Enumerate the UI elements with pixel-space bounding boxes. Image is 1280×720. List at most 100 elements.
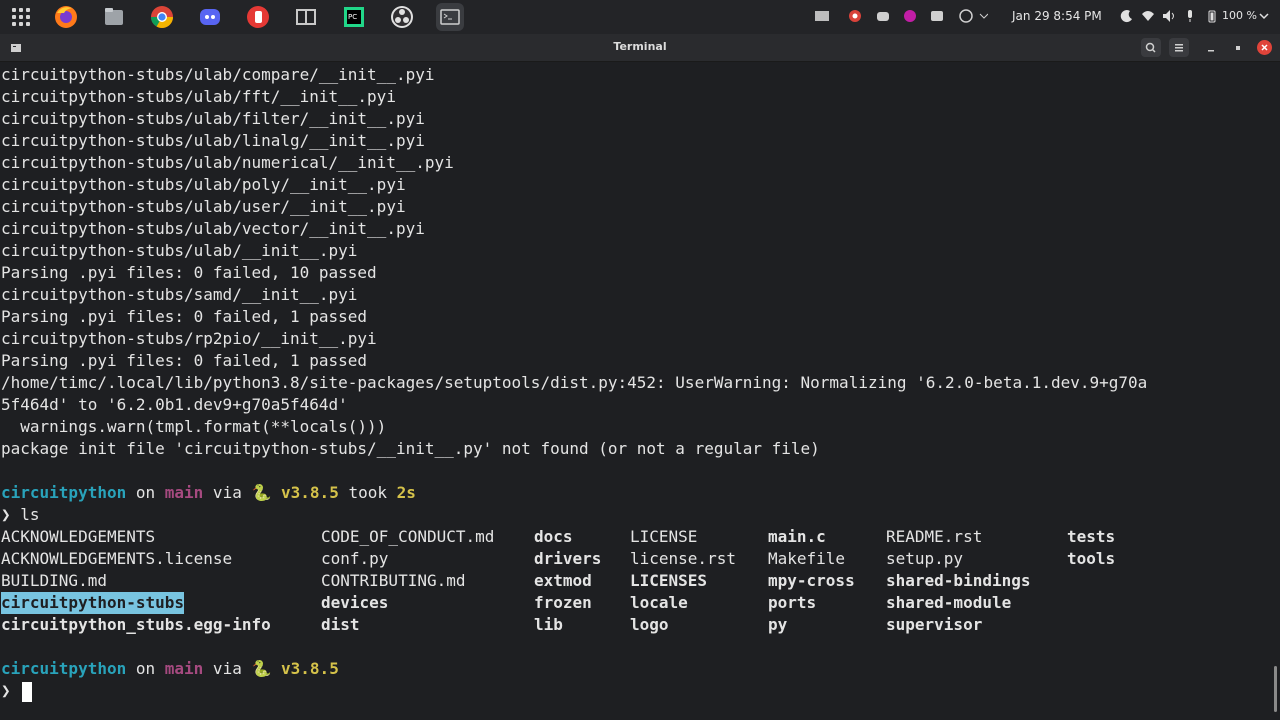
screen-icon[interactable] <box>814 9 830 23</box>
ls-entry: shared-module <box>886 593 1012 612</box>
scrollbar[interactable] <box>1272 62 1280 720</box>
output-line: circuitpython-stubs/ulab/user/__init__.p… <box>1 197 406 216</box>
shell-prompt: circuitpython on main via 🐍 v3.8.5 took … <box>1 482 416 504</box>
chevron-down-icon[interactable] <box>1258 9 1270 23</box>
chrome-tray-icon[interactable] <box>847 9 863 23</box>
scrollbar-thumb[interactable] <box>1274 666 1277 712</box>
output-line: Parsing .pyi files: 0 failed, 10 passed <box>1 263 377 282</box>
prompt-branch: main <box>164 659 204 678</box>
microphone-icon[interactable] <box>1185 9 1195 23</box>
close-button[interactable] <box>1257 40 1272 55</box>
obs-icon[interactable] <box>388 3 416 31</box>
prompt-on: on <box>126 659 165 678</box>
ls-entry: devices <box>321 593 389 612</box>
ls-entry: drivers <box>534 549 602 568</box>
prompt-python-version: v3.8.5 <box>271 483 339 502</box>
maximize-button[interactable] <box>1228 38 1248 57</box>
ls-entry: BUILDING.md <box>1 571 107 590</box>
prompt-branch: main <box>164 483 204 502</box>
output-line: circuitpython-stubs/ulab/linalg/__init__… <box>1 131 425 150</box>
ls-entry: ports <box>768 593 817 612</box>
output-line: Parsing .pyi files: 0 failed, 1 passed <box>1 351 368 370</box>
battery-icon[interactable] <box>1207 9 1217 23</box>
prompt-directory: circuitpython <box>1 659 127 678</box>
ls-entry: README.rst <box>886 527 983 546</box>
ls-entry: mpy-cross <box>768 571 855 590</box>
output-line: circuitpython-stubs/ulab/vector/__init__… <box>1 219 425 238</box>
output-line: circuitpython-stubs/ulab/fft/__init__.py… <box>1 87 396 106</box>
ls-entry: supervisor <box>886 615 983 634</box>
wifi-icon[interactable] <box>1141 9 1155 23</box>
output-line: circuitpython-stubs/rp2pio/__init__.pyi <box>1 329 377 348</box>
discord-tray-icon[interactable] <box>875 9 891 23</box>
night-light-icon[interactable] <box>1120 9 1134 23</box>
ls-entry: Makefile <box>768 549 846 568</box>
python-icon: 🐍 <box>251 659 272 678</box>
ls-entry: tools <box>1067 549 1116 568</box>
menu-button[interactable] <box>1169 38 1189 57</box>
window-title: Terminal <box>613 40 667 53</box>
output-line: warnings.warn(tmpl.format(**locals())) <box>1 417 387 436</box>
ls-entry: tests <box>1067 527 1116 546</box>
purple-tray-icon[interactable] <box>902 9 918 23</box>
minimize-button[interactable] <box>1201 38 1221 57</box>
ls-entry: LICENSE <box>630 527 698 546</box>
red-app-icon[interactable] <box>244 3 272 31</box>
python-icon: 🐍 <box>251 483 272 502</box>
shell-prompt: circuitpython on main via 🐍 v3.8.5 <box>1 658 339 680</box>
ls-entry: ACKNOWLEDGEMENTS.license <box>1 549 233 568</box>
ls-entry: locale <box>630 593 688 612</box>
hamburger-icon <box>1175 44 1183 52</box>
ls-entry: circuitpython_stubs.egg-info <box>1 615 271 634</box>
window-manager-icon[interactable] <box>292 3 320 31</box>
prompt-directory: circuitpython <box>1 483 127 502</box>
ls-entry: dist <box>321 615 360 634</box>
output-line: circuitpython-stubs/ulab/poly/__init__.p… <box>1 175 406 194</box>
clock[interactable]: Jan 29 8:54 PM <box>1012 9 1102 23</box>
discord-icon[interactable] <box>196 3 224 31</box>
battery-percent: 100 % <box>1222 9 1257 22</box>
ls-entry-selected[interactable]: circuitpython-stubs <box>1 592 185 614</box>
terminal-icon[interactable] <box>436 3 464 31</box>
minimize-icon <box>1208 50 1214 52</box>
prompt-duration: 2s <box>396 483 416 502</box>
search-button[interactable] <box>1141 38 1161 57</box>
ls-entry: ACKNOWLEDGEMENTS <box>1 527 156 546</box>
ls-entry: logo <box>630 615 669 634</box>
ls-entry: CONTRIBUTING.md <box>321 571 466 590</box>
pycharm-icon[interactable]: PC <box>340 3 368 31</box>
output-line: /home/timc/.local/lib/python3.8/site-pac… <box>1 373 1148 392</box>
svg-text:PC: PC <box>348 13 357 21</box>
prompt-python-version: v3.8.5 <box>271 659 339 678</box>
files-icon[interactable] <box>100 3 128 31</box>
ls-entry: conf.py <box>321 549 389 568</box>
ls-entry: lib <box>534 615 563 634</box>
ls-entry: CODE_OF_CONDUCT.md <box>321 527 495 546</box>
app-grid-icon[interactable] <box>12 8 30 26</box>
prompt-on: on <box>126 483 165 502</box>
search-icon <box>1145 42 1156 53</box>
prompt-via: via <box>203 659 252 678</box>
output-line: 5f464d' to '6.2.0b1.dev9+g70a5f464d' <box>1 395 348 414</box>
top-panel: PC Jan 29 8:54 PM 100 % <box>0 0 1280 34</box>
ls-entry: setup.py <box>886 549 964 568</box>
output-line: circuitpython-stubs/samd/__init__.pyi <box>1 285 358 304</box>
ls-entry: docs <box>534 527 573 546</box>
output-line: circuitpython-stubs/ulab/numerical/__ini… <box>1 153 454 172</box>
ls-entry: LICENSES <box>630 571 708 590</box>
ls-entry: py <box>768 615 788 634</box>
window-titlebar[interactable]: Terminal <box>0 34 1280 62</box>
chrome-icon[interactable] <box>148 3 176 31</box>
text-cursor <box>22 682 32 702</box>
close-icon <box>1261 44 1268 51</box>
ls-entry: main.c <box>768 527 826 546</box>
accessibility-menu-icon[interactable] <box>958 9 988 23</box>
output-line: Parsing .pyi files: 0 failed, 1 passed <box>1 307 368 326</box>
terminal-view[interactable]: circuitpython-stubs/ulab/compare/__init_… <box>0 62 1272 720</box>
device-tray-icon[interactable] <box>929 9 945 23</box>
ls-entry: extmod <box>534 571 592 590</box>
prompt-via: via <box>203 483 252 502</box>
firefox-icon[interactable] <box>52 3 80 31</box>
volume-icon[interactable] <box>1162 9 1176 23</box>
ls-entry: frozen <box>534 593 592 612</box>
